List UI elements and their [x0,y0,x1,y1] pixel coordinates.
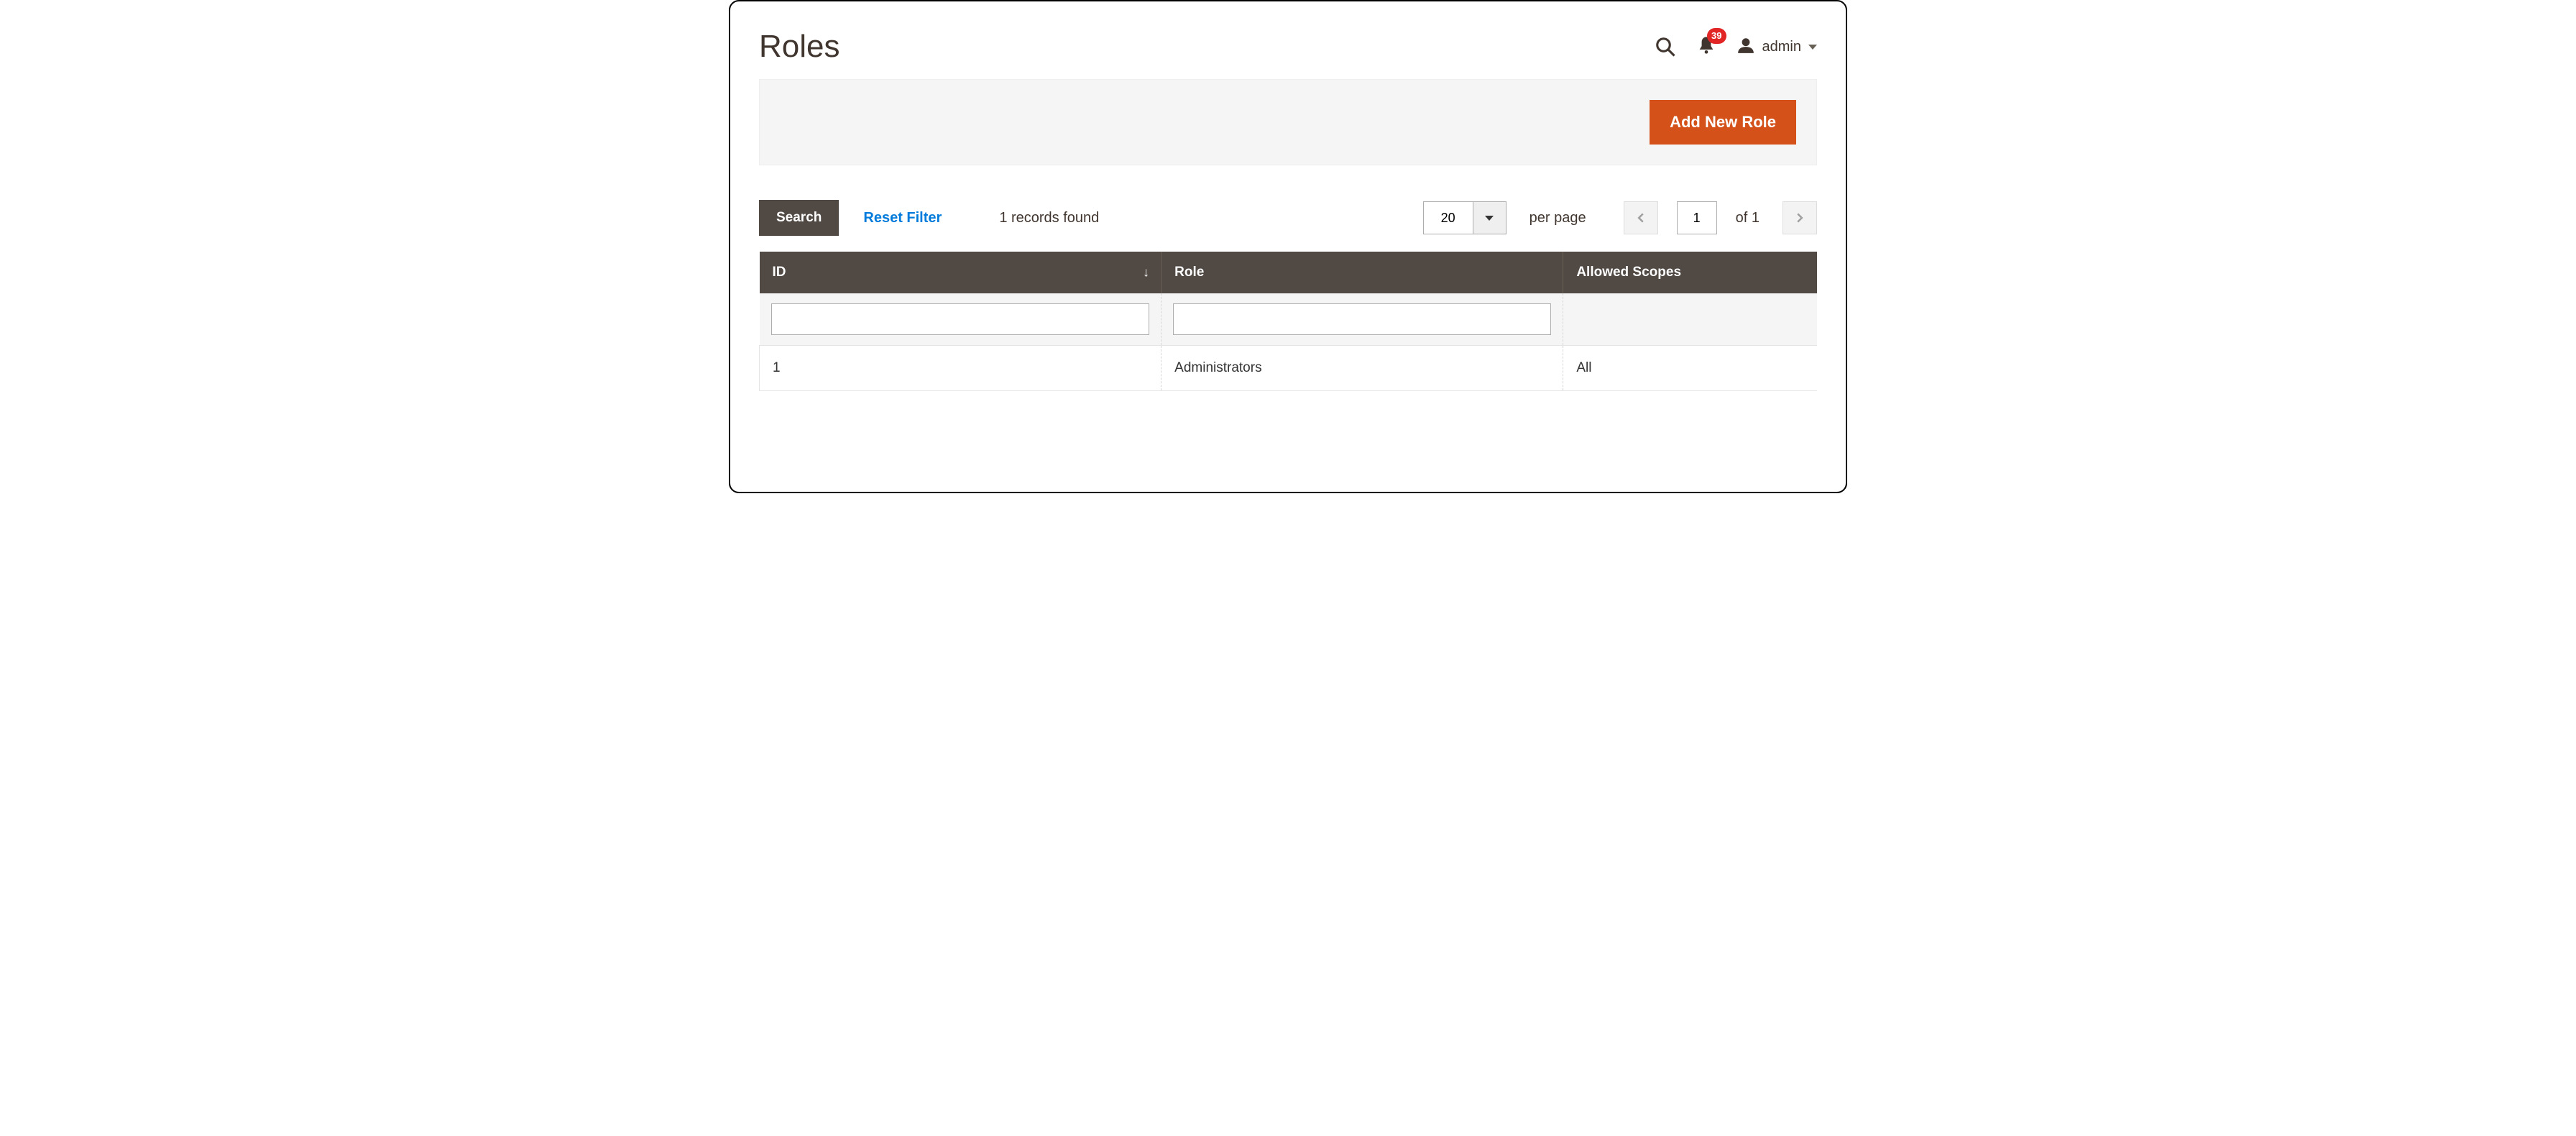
page-title: Roles [759,29,840,65]
column-header-id-label: ID [773,265,786,280]
chevron-down-icon [1485,216,1494,221]
page-size-input[interactable] [1423,201,1473,234]
table-row[interactable]: 1 Administrators All [760,346,1818,391]
user-menu[interactable]: admin [1736,36,1817,58]
add-new-role-button[interactable]: Add New Role [1650,100,1796,145]
next-page-button[interactable] [1782,201,1817,234]
page-size-dropdown-button[interactable] [1473,201,1506,234]
column-header-role-label: Role [1174,265,1204,280]
column-header-role[interactable]: Role [1162,252,1563,293]
column-header-scopes-label: Allowed Scopes [1576,265,1681,280]
filter-role-input[interactable] [1173,303,1551,335]
reset-filter-link[interactable]: Reset Filter [863,210,942,226]
roles-table: ID ↓ Role Allowed Scopes [759,252,1817,391]
records-found-label: 1 records found [999,210,1099,226]
notifications-button[interactable]: 39 [1696,35,1716,59]
user-name-label: admin [1762,39,1801,55]
column-header-allowed-scopes[interactable]: Allowed Scopes [1563,252,1817,293]
column-header-id[interactable]: ID ↓ [760,252,1162,293]
page-header: Roles 39 [759,1,1817,79]
chevron-down-icon [1808,45,1817,50]
page-size-control [1423,201,1506,234]
search-icon[interactable] [1655,36,1676,58]
cell-id: 1 [760,346,1162,391]
user-icon [1736,36,1755,58]
filter-row [760,293,1818,346]
grid-toolbar: Search Reset Filter 1 records found per … [759,200,1817,236]
filter-scopes-cell [1563,293,1817,346]
prev-page-button[interactable] [1624,201,1658,234]
pager: per page of 1 [1423,201,1817,234]
sort-arrow-down-icon: ↓ [1143,265,1149,280]
current-page-input[interactable] [1677,201,1717,234]
search-button[interactable]: Search [759,200,839,236]
per-page-label: per page [1530,210,1586,226]
header-actions: 39 admin [1655,35,1817,59]
cell-role: Administrators [1162,346,1563,391]
total-pages-label: of 1 [1736,210,1760,226]
action-bar: Add New Role [759,79,1817,165]
filter-id-input[interactable] [771,303,1150,335]
notification-badge: 39 [1707,28,1726,44]
cell-allowed-scopes: All [1563,346,1817,391]
